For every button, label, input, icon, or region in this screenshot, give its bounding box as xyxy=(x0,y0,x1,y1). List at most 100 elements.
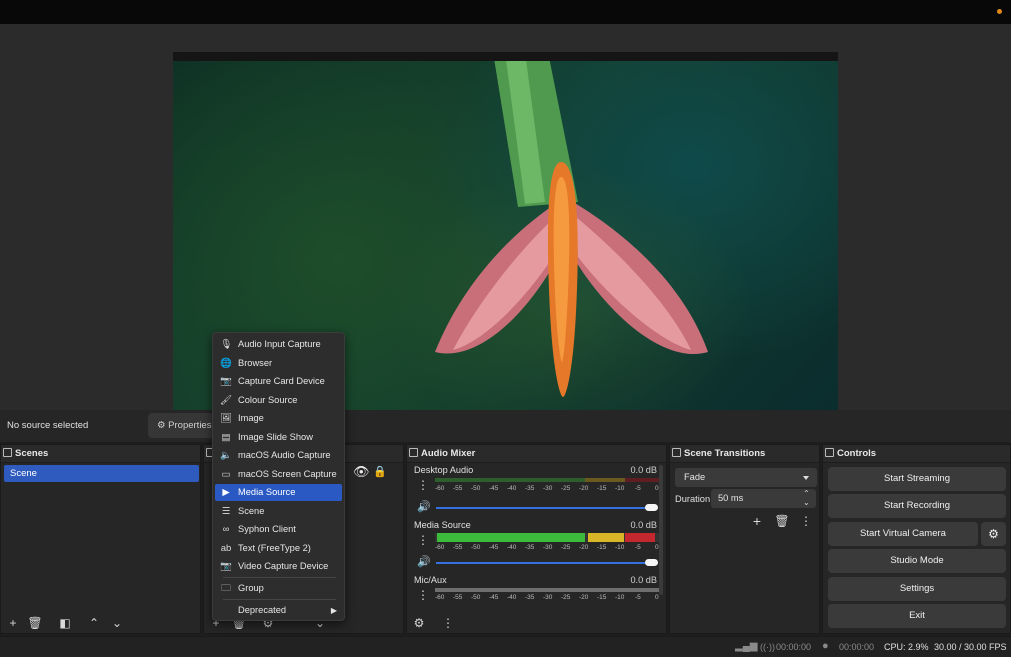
volume-meter xyxy=(435,588,659,592)
source-row-controls: 👁 🔒 xyxy=(345,462,400,482)
menu-item-macos-screen-capture[interactable]: ▭ macOS Screen Capture xyxy=(215,466,342,483)
scene-transitions-title-label: Scene Transitions xyxy=(684,448,766,459)
slideshow-icon: ▤ xyxy=(221,431,231,443)
lock-icon[interactable]: 🔒 xyxy=(373,465,387,478)
channel-db: 0.0 dB xyxy=(630,575,657,585)
link-icon: ∞ xyxy=(222,524,230,535)
move-down-icon[interactable]: ⌄ xyxy=(109,615,125,631)
menu-item-scene[interactable]: ☰ Scene xyxy=(215,503,342,520)
channel-name: Mic/Aux xyxy=(414,575,447,585)
menu-item-image[interactable]: 🖼 Image xyxy=(215,410,342,427)
scenes-title-label: Scenes xyxy=(15,448,49,459)
audio-settings-icon[interactable]: ⚙ xyxy=(411,615,427,631)
volume-slider[interactable] xyxy=(436,559,658,566)
preview-area xyxy=(0,24,1011,427)
more-vertical-icon[interactable]: ⋮ xyxy=(417,588,429,602)
scenes-dock-title: Scenes xyxy=(1,445,200,463)
virtual-camera-settings-button[interactable]: ⚙ xyxy=(981,522,1006,546)
status-indicator-dot xyxy=(997,9,1002,14)
controls-dock: Controls Start Streaming Start Recording… xyxy=(822,444,1011,634)
play-icon: ▶ xyxy=(222,487,230,498)
add-scene-icon[interactable]: + xyxy=(5,615,21,631)
mixer-channel: Desktop Audio 0.0 dB ⋮ -60 -55 -50 -45 -40 -3… xyxy=(414,465,659,513)
paintbrush-icon: 🖌 xyxy=(219,394,233,406)
mixer-channel: Media Source 0.0 dB ⋮ -60 -55 -50 -45 -40 -35… xyxy=(414,520,659,568)
menu-item-syphon-client[interactable]: ∞ Syphon Client xyxy=(215,521,342,538)
start-recording-button[interactable]: Start Recording xyxy=(828,494,1006,518)
settings-button[interactable]: Settings xyxy=(828,577,1006,601)
signal-bars-icon: ▂▄▆ xyxy=(735,641,758,652)
menu-separator xyxy=(223,577,336,578)
gear-icon: ⚙ xyxy=(988,527,999,541)
trash-icon[interactable]: 🗑 xyxy=(27,615,43,631)
menu-item-browser[interactable]: 🌐 Browser xyxy=(215,355,342,372)
add-transition-icon[interactable]: + xyxy=(749,513,765,529)
menu-item-image-slide-show[interactable]: ▤ Image Slide Show xyxy=(215,429,342,446)
dock-float-icon[interactable] xyxy=(672,448,681,457)
menu-item-deprecated[interactable]: Deprecated ▶ xyxy=(215,602,342,619)
globe-icon: 🌐 xyxy=(220,357,232,369)
trash-icon[interactable]: 🗑 xyxy=(774,513,790,529)
scene-filter-icon[interactable]: ◧ xyxy=(57,615,73,631)
properties-label: Properties xyxy=(168,420,212,431)
more-vertical-icon[interactable]: ⋮ xyxy=(440,615,456,631)
speaker-icon[interactable]: 🔊 xyxy=(417,555,431,568)
add-source-menu: 🎙 Audio Input Capture 🌐 Browser 📷 Capture C… xyxy=(212,332,345,621)
start-streaming-button[interactable]: Start Streaming xyxy=(828,467,1006,491)
controls-title-label: Controls xyxy=(837,448,877,459)
menu-item-group[interactable]: 🗀 Group xyxy=(215,580,342,597)
move-up-icon[interactable]: ⌃ xyxy=(86,615,102,631)
studio-mode-button[interactable]: Studio Mode xyxy=(828,549,1006,573)
fps-readout: 30.00 / 30.00 FPS xyxy=(934,642,1007,652)
more-vertical-icon[interactable]: ⋮ xyxy=(417,533,429,547)
menu-item-video-capture-device[interactable]: 📷 Video Capture Device xyxy=(215,558,342,575)
dock-float-icon[interactable] xyxy=(825,448,834,457)
record-time: 00:00:00 xyxy=(839,642,875,652)
menu-item-media-source[interactable]: ▶ Media Source xyxy=(215,484,342,501)
speaker-icon[interactable]: 🔊 xyxy=(417,500,431,513)
more-vertical-icon[interactable]: ⋮ xyxy=(417,478,429,492)
text-icon: ab xyxy=(220,542,232,554)
title-bar xyxy=(0,0,1011,24)
transition-select[interactable]: Fade xyxy=(675,468,817,487)
source-toolbar: No source selected ⚙ Properties xyxy=(0,410,1011,442)
dock-float-icon[interactable] xyxy=(3,448,12,457)
dock-float-icon[interactable] xyxy=(409,448,418,457)
microphone-icon: 🎙 xyxy=(219,339,233,350)
menu-item-macos-audio-capture[interactable]: 🔈 macOS Audio Capture xyxy=(215,447,342,464)
menu-item-capture-card-device[interactable]: 📷 Capture Card Device xyxy=(215,373,342,390)
status-bar: ▂▄▆ ((·)) 00:00:00 ● 00:00:00 CPU: 2.9% … xyxy=(0,636,1011,657)
menu-item-text-freetype[interactable]: ab Text (FreeType 2) xyxy=(215,540,342,557)
chevron-right-icon: ▶ xyxy=(330,606,337,615)
exit-button[interactable]: Exit xyxy=(828,604,1006,628)
audio-mixer-dock: Audio Mixer Desktop Audio 0.0 dB ⋮ -60 -5… xyxy=(406,444,667,634)
visibility-eye-icon[interactable]: 👁 xyxy=(353,464,370,480)
more-vertical-icon[interactable]: ⋮ xyxy=(798,513,814,529)
scene-transitions-dock: Scene Transitions Fade Duration 50 ms ⌃ ⌄… xyxy=(669,444,820,634)
volume-meter xyxy=(435,478,659,482)
folder-icon: 🗀 xyxy=(221,583,231,594)
controls-title: Controls xyxy=(823,445,1010,463)
menu-item-colour-source[interactable]: 🖌 Colour Source xyxy=(215,392,342,409)
duration-label: Duration xyxy=(675,494,711,504)
mixer-scrollbar[interactable] xyxy=(659,465,663,595)
duration-stepper-icon[interactable]: ⌃ ⌄ xyxy=(803,489,810,507)
scenes-dock: Scenes Scene + 🗑 ◧ ⌃ ⌄ xyxy=(0,444,201,634)
start-virtual-camera-button[interactable]: Start Virtual Camera xyxy=(828,522,978,546)
no-source-label: No source selected xyxy=(7,420,89,431)
channel-db: 0.0 dB xyxy=(630,520,657,530)
channel-name: Desktop Audio xyxy=(414,465,474,475)
mixer-channel: Mic/Aux 0.0 dB ⋮ -60 -55 -50 -45 -40 -35 -30 -2… xyxy=(414,575,659,602)
menu-item-audio-input-capture[interactable]: 🎙 Audio Input Capture xyxy=(215,336,342,353)
duration-input[interactable]: 50 ms xyxy=(711,489,816,508)
camera-icon: 📷 xyxy=(220,376,232,387)
speaker-icon: 🔈 xyxy=(220,450,232,461)
mixer-toolbar: ⚙ ⋮ xyxy=(407,611,666,633)
channel-db: 0.0 dB xyxy=(630,465,657,475)
stream-status-icon: ((·)) xyxy=(760,642,775,652)
scene-transitions-title: Scene Transitions xyxy=(670,445,819,463)
stream-time: 00:00:00 xyxy=(776,642,812,652)
volume-slider[interactable] xyxy=(436,504,658,511)
properties-button[interactable]: ⚙ Properties xyxy=(148,413,218,438)
scene-list-item[interactable]: Scene xyxy=(4,465,199,482)
